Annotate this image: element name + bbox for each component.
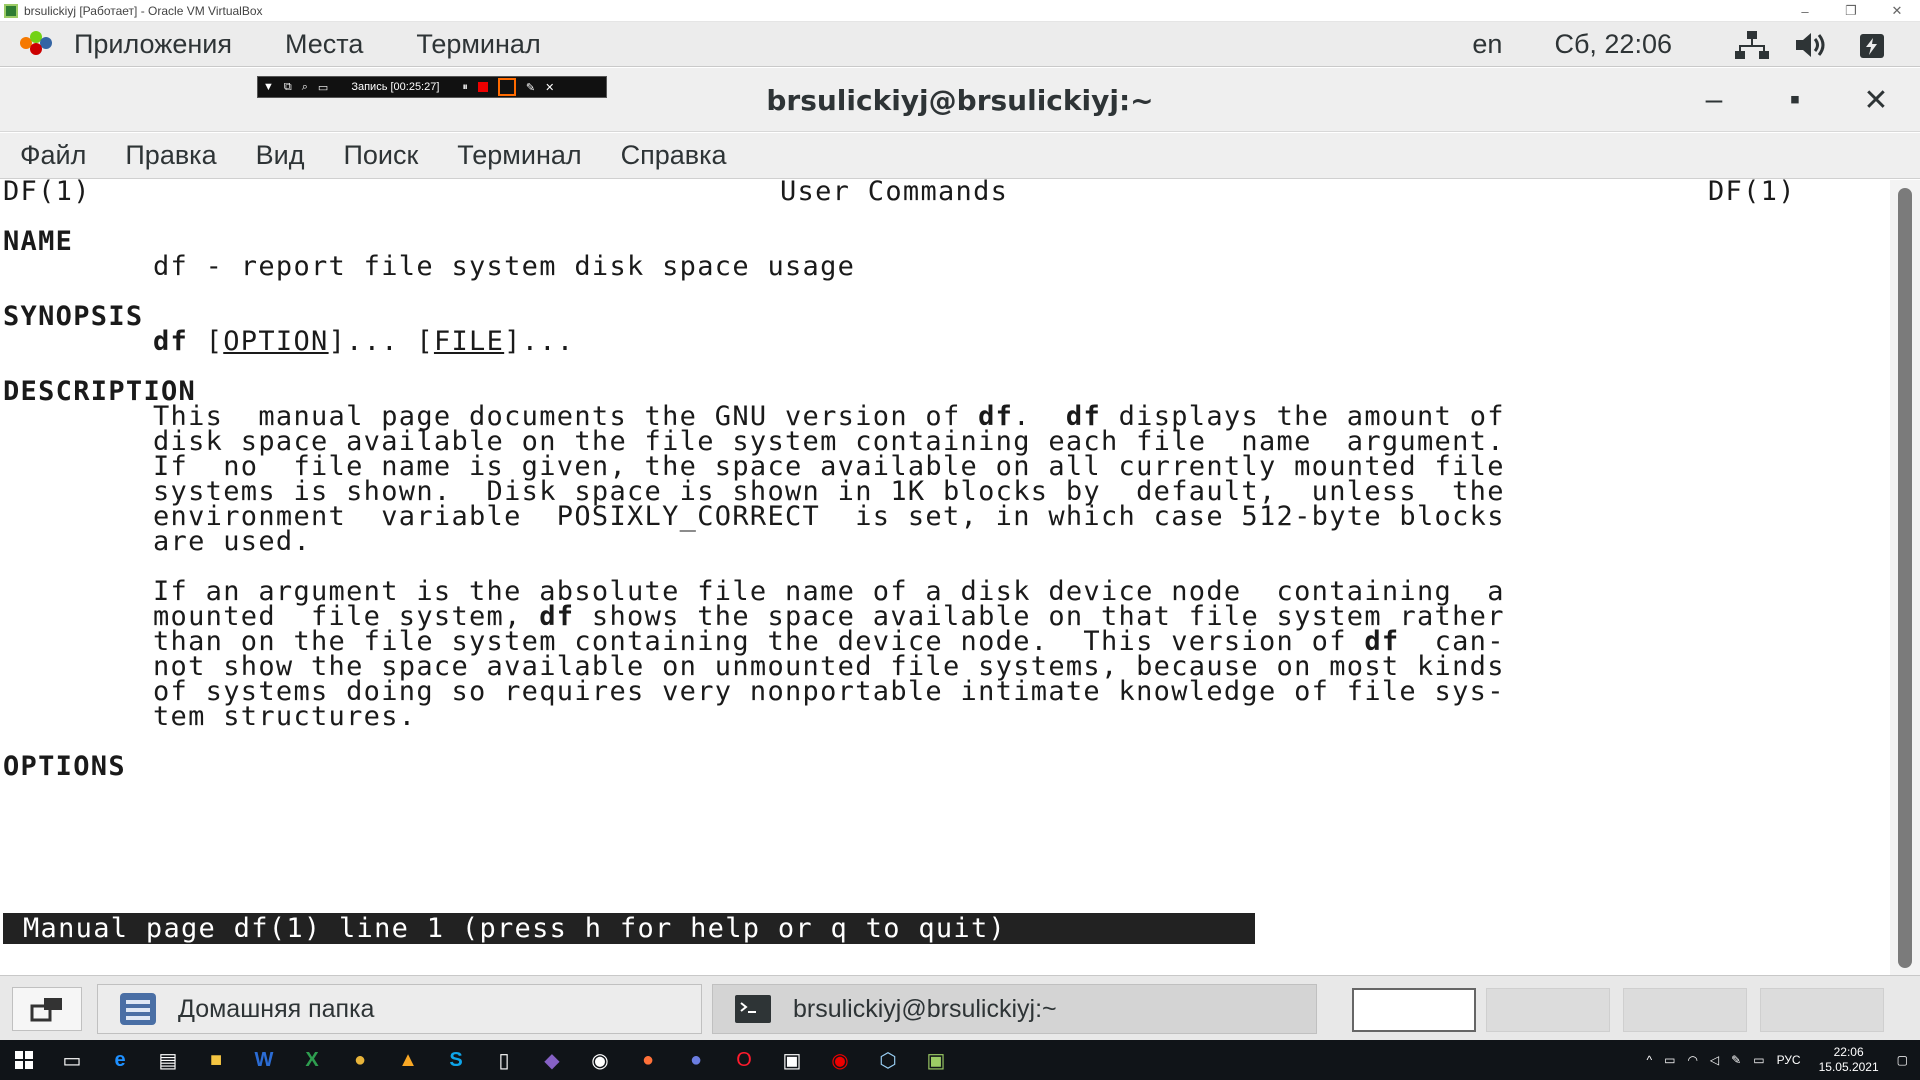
menu-edit[interactable]: Правка [125, 140, 216, 171]
section-synopsis-heading: SYNOPSIS [3, 301, 144, 332]
places-menu[interactable]: Места [285, 29, 363, 60]
menu-terminal[interactable]: Терминал [457, 140, 581, 171]
terminal-task-label: brsulickiyj@brsulickiyj:~ [793, 994, 1057, 1023]
window-minimize-button[interactable]: – [1694, 80, 1734, 120]
recorder-stop-icon[interactable] [477, 82, 488, 92]
name-description: df - report file system disk space usage [153, 251, 856, 282]
host-close-button[interactable]: ✕ [1874, 0, 1920, 22]
terminal-app-menu[interactable]: Терминал [416, 29, 540, 60]
game-icon[interactable]: ▣ [768, 1040, 816, 1080]
recorder-zoom-icon[interactable]: ⌕ [302, 81, 308, 94]
window-close-button[interactable]: ✕ [1856, 80, 1896, 120]
opera-icon[interactable]: O [720, 1040, 768, 1080]
chrome-icon[interactable]: ● [336, 1040, 384, 1080]
taskbar-home-folder[interactable]: Домашняя папка [97, 984, 702, 1034]
recorder-app-icon[interactable]: ◉ [816, 1040, 864, 1080]
show-desktop-button[interactable] [12, 987, 82, 1031]
host-minimize-button[interactable]: – [1782, 0, 1828, 22]
show-desktop-icon [30, 998, 62, 1022]
pager-status-line: Manual page df(1) line 1 (press h for he… [3, 913, 1255, 944]
gnome-top-bar: Приложения Места Терминал en Сб, 22:06 [0, 22, 1920, 67]
windows-taskbar: ▭ e ▤ ■ W X ● ▲ S ▯ ◆ ◉ ● ● O ▣ ◉ ⬡ ▣ ^ … [0, 1040, 1920, 1080]
menu-file[interactable]: Файл [20, 140, 86, 171]
pen-icon[interactable]: ✎ [1731, 1053, 1741, 1067]
menu-help[interactable]: Справка [621, 140, 727, 171]
recorder-region-icon[interactable]: ▭ [318, 81, 328, 94]
menu-view[interactable]: Вид [256, 140, 305, 171]
skype-icon[interactable]: S [432, 1040, 480, 1080]
browser-icon[interactable]: ● [672, 1040, 720, 1080]
recorder-close-icon[interactable]: ✕ [545, 81, 554, 94]
workspace-2[interactable] [1486, 988, 1610, 1032]
terminal-menubar: Файл Правка Вид Поиск Терминал Справка [0, 133, 1920, 179]
taskbar-time: 22:06 [1833, 1045, 1864, 1059]
recorder-copy-icon[interactable]: ⧉ [284, 81, 292, 94]
host-title-bar: brsulickiyj [Работает] - Oracle VM Virtu… [0, 0, 1920, 22]
gnome-window-list: Домашняя папка brsulickiyj@brsulickiyj:~ [0, 975, 1920, 1040]
home-folder-label: Домашняя папка [178, 994, 375, 1023]
taskbar-date: 15.05.2021 [1818, 1060, 1879, 1074]
recorder-menu-icon[interactable]: ▼ [263, 81, 274, 93]
recorder-timer-label: Запись [00:25:27] [351, 81, 440, 93]
man-header-left: DF(1) [3, 176, 91, 207]
description-line: tem structures. [153, 701, 417, 732]
firefox-icon[interactable]: ● [624, 1040, 672, 1080]
edge-icon[interactable]: e [96, 1040, 144, 1080]
console-icon[interactable]: ▤ [144, 1040, 192, 1080]
steam-icon[interactable]: ◉ [576, 1040, 624, 1080]
wifi-icon[interactable]: ◠ [1687, 1053, 1697, 1067]
synopsis-line: df [OPTION]... [FILE]... [153, 326, 575, 357]
excel-icon[interactable]: X [288, 1040, 336, 1080]
language-indicator[interactable]: РУС [1777, 1053, 1801, 1067]
terminal-content[interactable]: DF(1) User Commands DF(1) NAME df - repo… [0, 176, 1890, 975]
workspace-1[interactable] [1352, 988, 1476, 1032]
file-manager-icon [120, 993, 156, 1025]
menu-search[interactable]: Поиск [343, 140, 418, 171]
speaker-icon[interactable]: ◁ [1710, 1053, 1719, 1067]
explorer-icon[interactable]: ■ [192, 1040, 240, 1080]
power-icon[interactable] [1852, 30, 1892, 60]
description-line: are used. [153, 526, 311, 557]
applications-menu[interactable]: Приложения [74, 29, 232, 60]
recorder-toolbar: ▼ ⧉ ⌕ ▭ Запись [00:25:27] ⏸ ✎ ✕ [257, 76, 607, 98]
terminal-icon [735, 995, 771, 1023]
description-line: environment variable POSIXLY_CORRECT is … [153, 501, 1505, 532]
network-icon[interactable] [1732, 30, 1772, 60]
top-bar-clock[interactable]: Сб, 22:06 [1554, 29, 1672, 60]
window-maximize-button[interactable]: ▪ [1775, 80, 1815, 120]
section-options-heading: OPTIONS [3, 751, 126, 782]
virtualbox-icon [4, 3, 18, 18]
battery-icon[interactable]: ▭ [1664, 1053, 1675, 1067]
recorder-camera-icon[interactable] [497, 78, 516, 96]
host-window-title: brsulickiyj [Работает] - Oracle VM Virtu… [24, 3, 263, 18]
keyboard-layout-indicator[interactable]: en [1472, 29, 1502, 60]
man-header-right: DF(1) [1708, 176, 1796, 207]
section-name-heading: NAME [3, 226, 74, 257]
virtualbox-taskbar-icon[interactable]: ▣ [912, 1040, 960, 1080]
workspace-3[interactable] [1623, 988, 1747, 1032]
taskbar-clock[interactable]: 22:06 15.05.2021 [1819, 1045, 1879, 1075]
word-icon[interactable]: W [240, 1040, 288, 1080]
visual-studio-icon[interactable]: ◆ [528, 1040, 576, 1080]
taskbar-terminal[interactable]: brsulickiyj@brsulickiyj:~ [712, 984, 1317, 1034]
scrollbar-thumb[interactable] [1898, 188, 1912, 968]
windows-start-icon[interactable] [0, 1040, 48, 1080]
cube-icon[interactable]: ⬡ [864, 1040, 912, 1080]
terminal-scrollbar[interactable] [1890, 180, 1920, 975]
host-restore-button[interactable]: ❐ [1828, 0, 1874, 22]
recorder-pause-icon[interactable]: ⏸ [462, 81, 468, 94]
task-view-icon[interactable]: ▭ [48, 1040, 96, 1080]
gnome-foot-icon [18, 29, 54, 59]
notification-icon[interactable]: ▢ [1897, 1053, 1908, 1067]
volume-icon[interactable] [1792, 30, 1832, 60]
keyboard-icon[interactable]: ▭ [1753, 1053, 1764, 1067]
tray-chevron-icon[interactable]: ^ [1646, 1053, 1652, 1067]
recorder-pen-icon[interactable]: ✎ [526, 81, 535, 94]
man-header-center: User Commands [780, 176, 1009, 207]
document-icon[interactable]: ▯ [480, 1040, 528, 1080]
app-icon[interactable]: ▲ [384, 1040, 432, 1080]
workspace-4[interactable] [1760, 988, 1884, 1032]
